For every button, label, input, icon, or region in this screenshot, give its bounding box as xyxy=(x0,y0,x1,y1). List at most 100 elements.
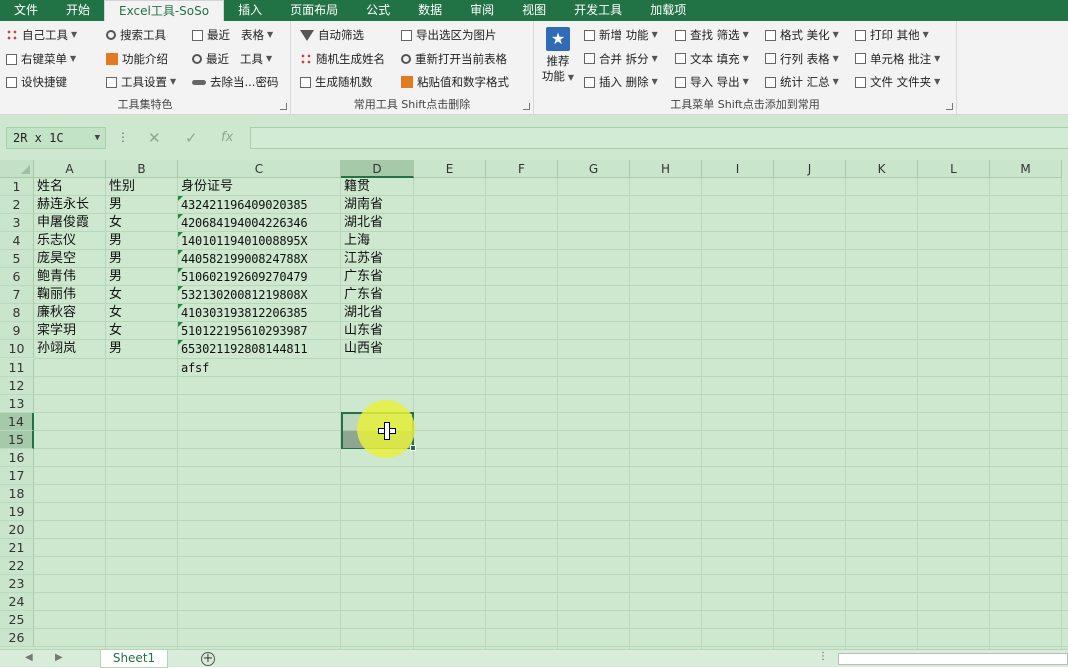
formula-input[interactable] xyxy=(250,127,1068,149)
cell[interactable]: 乐志仪 xyxy=(34,232,106,250)
cell[interactable]: 庞昊空 xyxy=(34,250,106,268)
dialog-launcher-icon[interactable] xyxy=(280,103,287,110)
cell[interactable]: 山东省 xyxy=(341,322,414,340)
menu-tab[interactable]: 公式 xyxy=(352,0,404,21)
cell[interactable]: 420684194004226346 xyxy=(178,214,341,232)
row-header[interactable]: 12 xyxy=(0,376,34,395)
column-header[interactable]: J xyxy=(774,160,846,178)
row-header[interactable]: 16 xyxy=(0,448,34,467)
row-header[interactable]: 5 xyxy=(0,250,34,269)
function-icon[interactable]: fx xyxy=(221,127,233,149)
feature-intro-button[interactable]: 功能介绍 xyxy=(106,49,168,69)
tool-menu-button[interactable]: 打印 其他 ▼ xyxy=(855,25,929,45)
menu-tab[interactable]: Excel工具-SoSo xyxy=(104,0,225,21)
cell[interactable]: 女 xyxy=(106,322,178,340)
add-sheet-icon[interactable]: + xyxy=(201,652,215,666)
row-header[interactable]: 1 xyxy=(0,178,34,196)
row-header[interactable]: 9 xyxy=(0,322,34,341)
menu-tab[interactable]: 开始 xyxy=(52,0,104,21)
menu-tab[interactable]: 页面布局 xyxy=(276,0,352,21)
menu-tab[interactable]: 视图 xyxy=(508,0,560,21)
horizontal-scrollbar[interactable] xyxy=(838,653,1068,665)
cell[interactable]: 男 xyxy=(106,196,178,214)
row-header[interactable]: 7 xyxy=(0,286,34,305)
cell[interactable]: 14010119401008895X xyxy=(178,232,341,250)
row-header[interactable]: 26 xyxy=(0,629,34,648)
tool-menu-button[interactable]: 文件 文件夹 ▼ xyxy=(855,72,940,92)
cancel-icon[interactable]: ✕ xyxy=(148,127,161,149)
dialog-launcher-icon[interactable] xyxy=(946,103,953,110)
cell[interactable]: 湖北省 xyxy=(341,214,414,232)
row-header[interactable]: 17 xyxy=(0,466,34,485)
row-header[interactable]: 2 xyxy=(0,196,34,215)
cell[interactable]: 510122195610293987 xyxy=(178,322,341,340)
menu-tab[interactable]: 审阅 xyxy=(456,0,508,21)
auto-filter-button[interactable]: 自动筛选 xyxy=(300,25,364,45)
cell[interactable]: 湖南省 xyxy=(341,196,414,214)
set-shortcut-button[interactable]: 设快捷键 xyxy=(6,72,67,92)
row-header[interactable]: 21 xyxy=(0,539,34,557)
paste-values-button[interactable]: 粘贴值和数字格式 xyxy=(401,72,509,92)
cell[interactable]: 江苏省 xyxy=(341,250,414,268)
cell[interactable]: 510602192609270479 xyxy=(178,268,341,286)
cell[interactable]: 53213020081219808X xyxy=(178,286,341,304)
cell[interactable]: 广东省 xyxy=(341,286,414,304)
menu-tab[interactable]: 开发工具 xyxy=(560,0,636,21)
fill-handle[interactable] xyxy=(410,444,416,451)
menu-tab[interactable]: 加载项 xyxy=(636,0,700,21)
tool-menu-button[interactable]: 文本 填充 ▼ xyxy=(675,49,749,69)
column-header[interactable]: F xyxy=(486,160,558,178)
random-name-button[interactable]: 随机生成姓名 xyxy=(300,49,385,69)
remove-password-button[interactable]: 去除当...密码 xyxy=(192,72,278,92)
prev-sheet-icon[interactable]: ◀ xyxy=(25,652,33,663)
row-header[interactable]: 10 xyxy=(0,340,34,359)
search-tools-button[interactable]: 搜索工具 xyxy=(106,25,166,45)
column-header[interactable]: H xyxy=(630,160,702,178)
column-header[interactable]: E xyxy=(414,160,486,178)
name-box[interactable]: 2R x 1C ▼ xyxy=(6,127,106,149)
tool-menu-button[interactable]: 统计 汇总 ▼ xyxy=(765,72,839,92)
cell[interactable]: 鲍青伟 xyxy=(34,268,106,286)
cell[interactable]: 653021192808144811 xyxy=(178,340,341,358)
next-sheet-icon[interactable]: ▶ xyxy=(55,652,63,663)
row-header[interactable]: 22 xyxy=(0,557,34,576)
tool-menu-button[interactable]: 插入 删除 ▼ xyxy=(584,72,658,92)
confirm-icon[interactable]: ✓ xyxy=(185,127,198,149)
menu-tab[interactable]: 数据 xyxy=(404,0,456,21)
recent-tools-button[interactable]: 最近 工具 ▼ xyxy=(192,49,272,69)
reopen-table-button[interactable]: 重新打开当前表格 xyxy=(401,49,507,69)
spreadsheet-grid[interactable]: A B C D E F G H I J K L M 1 2 3 4 5 6 7 8 9 10 11 12 13 14 15 16 17 18… xyxy=(0,160,1068,649)
more-icon[interactable]: ⋮ xyxy=(818,651,828,662)
cell[interactable]: 男 xyxy=(106,232,178,250)
column-header[interactable]: C xyxy=(178,160,341,178)
cell[interactable]: afsf xyxy=(178,359,341,377)
sheet-tab[interactable]: Sheet1 xyxy=(100,650,168,668)
tool-menu-button[interactable]: 查找 筛选 ▼ xyxy=(675,25,749,45)
column-header[interactable]: M xyxy=(990,160,1062,178)
row-header[interactable]: 4 xyxy=(0,232,34,251)
cell[interactable]: 山西省 xyxy=(341,340,414,358)
cell[interactable]: 广东省 xyxy=(341,268,414,286)
row-header[interactable]: 18 xyxy=(0,484,34,503)
menu-tab[interactable]: 插入 xyxy=(224,0,276,21)
cell[interactable]: 姓名 xyxy=(34,178,106,196)
cell[interactable]: 男 xyxy=(106,250,178,268)
chevron-down-icon[interactable]: ▼ xyxy=(95,128,100,148)
row-header[interactable]: 20 xyxy=(0,520,34,539)
cell[interactable]: 男 xyxy=(106,268,178,286)
cell[interactable]: 女 xyxy=(106,214,178,232)
column-header[interactable]: D xyxy=(341,160,414,178)
column-header[interactable]: L xyxy=(918,160,990,178)
row-header[interactable]: 25 xyxy=(0,611,34,630)
row-header[interactable]: 3 xyxy=(0,214,34,233)
cell[interactable]: 女 xyxy=(106,286,178,304)
row-header[interactable]: 23 xyxy=(0,575,34,594)
column-header[interactable]: I xyxy=(702,160,774,178)
cell[interactable]: 性别 xyxy=(106,178,178,196)
right-click-menu-button[interactable]: 右键菜单 ▼ xyxy=(6,49,76,69)
column-header[interactable]: A xyxy=(34,160,106,178)
own-tools-button[interactable]: 自己工具 ▼ xyxy=(6,25,77,45)
cell[interactable]: 身份证号 xyxy=(178,178,341,196)
cell[interactable]: 男 xyxy=(106,340,178,358)
row-header[interactable]: 19 xyxy=(0,502,34,521)
